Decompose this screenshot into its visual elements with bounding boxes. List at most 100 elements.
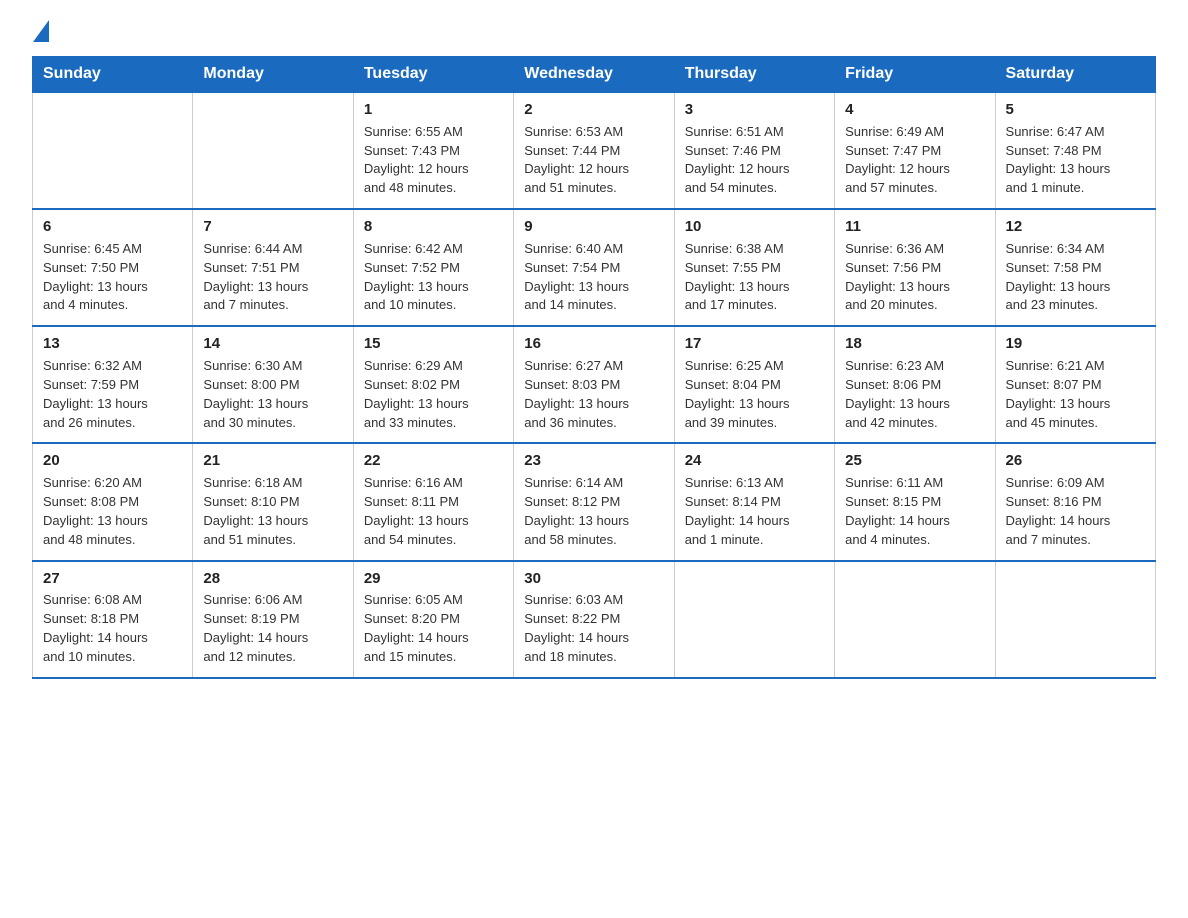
day-info: Sunrise: 6:18 AM (203, 474, 342, 493)
day-info: Daylight: 14 hours (203, 629, 342, 648)
day-info: Daylight: 13 hours (203, 395, 342, 414)
day-info: Daylight: 13 hours (203, 278, 342, 297)
day-number: 13 (43, 333, 182, 355)
day-info: Daylight: 13 hours (43, 278, 182, 297)
day-info: Daylight: 13 hours (1006, 160, 1145, 179)
day-info: and 10 minutes. (364, 296, 503, 315)
calendar-cell: 23Sunrise: 6:14 AMSunset: 8:12 PMDayligh… (514, 443, 674, 560)
day-info: Sunrise: 6:25 AM (685, 357, 824, 376)
day-number: 26 (1006, 450, 1145, 472)
day-info: Sunrise: 6:42 AM (364, 240, 503, 259)
day-info: Sunrise: 6:32 AM (43, 357, 182, 376)
day-info: and 48 minutes. (364, 179, 503, 198)
day-info: and 7 minutes. (1006, 531, 1145, 550)
day-info: Sunset: 8:19 PM (203, 610, 342, 629)
day-info: Daylight: 13 hours (524, 395, 663, 414)
calendar-cell: 18Sunrise: 6:23 AMSunset: 8:06 PMDayligh… (835, 326, 995, 443)
calendar-cell: 24Sunrise: 6:13 AMSunset: 8:14 PMDayligh… (674, 443, 834, 560)
calendar-cell: 25Sunrise: 6:11 AMSunset: 8:15 PMDayligh… (835, 443, 995, 560)
day-info: Sunrise: 6:06 AM (203, 591, 342, 610)
day-info: Daylight: 12 hours (685, 160, 824, 179)
calendar-table: SundayMondayTuesdayWednesdayThursdayFrid… (32, 56, 1156, 679)
day-info: and 12 minutes. (203, 648, 342, 667)
page-header (32, 24, 1156, 46)
day-number: 4 (845, 99, 984, 121)
day-number: 7 (203, 216, 342, 238)
calendar-cell: 9Sunrise: 6:40 AMSunset: 7:54 PMDaylight… (514, 209, 674, 326)
day-info: Sunset: 8:20 PM (364, 610, 503, 629)
day-info: Sunrise: 6:21 AM (1006, 357, 1145, 376)
day-info: Daylight: 13 hours (524, 278, 663, 297)
day-info: Sunrise: 6:45 AM (43, 240, 182, 259)
day-info: Daylight: 13 hours (364, 278, 503, 297)
calendar-cell: 2Sunrise: 6:53 AMSunset: 7:44 PMDaylight… (514, 92, 674, 209)
day-info: and 48 minutes. (43, 531, 182, 550)
calendar-cell (995, 561, 1155, 678)
day-info: Sunrise: 6:11 AM (845, 474, 984, 493)
day-number: 6 (43, 216, 182, 238)
day-number: 19 (1006, 333, 1145, 355)
day-info: Sunset: 8:07 PM (1006, 376, 1145, 395)
day-info: Sunset: 7:54 PM (524, 259, 663, 278)
calendar-cell: 30Sunrise: 6:03 AMSunset: 8:22 PMDayligh… (514, 561, 674, 678)
logo-flag-icon (33, 20, 49, 42)
day-info: Daylight: 13 hours (845, 278, 984, 297)
day-info: Daylight: 14 hours (685, 512, 824, 531)
day-info: and 1 minute. (1006, 179, 1145, 198)
day-info: Sunset: 8:12 PM (524, 493, 663, 512)
week-row-4: 20Sunrise: 6:20 AMSunset: 8:08 PMDayligh… (33, 443, 1156, 560)
day-info: and 51 minutes. (203, 531, 342, 550)
day-info: Sunrise: 6:29 AM (364, 357, 503, 376)
calendar-cell: 6Sunrise: 6:45 AMSunset: 7:50 PMDaylight… (33, 209, 193, 326)
day-info: Daylight: 13 hours (364, 512, 503, 531)
day-info: and 54 minutes. (364, 531, 503, 550)
day-info: Sunset: 7:47 PM (845, 142, 984, 161)
week-row-5: 27Sunrise: 6:08 AMSunset: 8:18 PMDayligh… (33, 561, 1156, 678)
day-number: 3 (685, 99, 824, 121)
day-number: 29 (364, 568, 503, 590)
day-info: Sunrise: 6:51 AM (685, 123, 824, 142)
day-info: Sunrise: 6:16 AM (364, 474, 503, 493)
day-info: Sunset: 7:46 PM (685, 142, 824, 161)
column-header-tuesday: Tuesday (353, 57, 513, 93)
day-number: 23 (524, 450, 663, 472)
day-info: and 17 minutes. (685, 296, 824, 315)
day-info: Sunset: 8:02 PM (364, 376, 503, 395)
day-number: 8 (364, 216, 503, 238)
calendar-cell: 21Sunrise: 6:18 AMSunset: 8:10 PMDayligh… (193, 443, 353, 560)
day-info: Sunset: 8:15 PM (845, 493, 984, 512)
day-info: and 20 minutes. (845, 296, 984, 315)
day-info: Sunset: 7:55 PM (685, 259, 824, 278)
day-info: Sunset: 7:44 PM (524, 142, 663, 161)
calendar-cell (33, 92, 193, 209)
calendar-cell: 12Sunrise: 6:34 AMSunset: 7:58 PMDayligh… (995, 209, 1155, 326)
day-number: 10 (685, 216, 824, 238)
day-info: Sunrise: 6:40 AM (524, 240, 663, 259)
day-info: Sunrise: 6:20 AM (43, 474, 182, 493)
day-info: and 26 minutes. (43, 414, 182, 433)
day-info: Sunrise: 6:49 AM (845, 123, 984, 142)
calendar-cell: 4Sunrise: 6:49 AMSunset: 7:47 PMDaylight… (835, 92, 995, 209)
day-info: Daylight: 14 hours (1006, 512, 1145, 531)
calendar-cell: 17Sunrise: 6:25 AMSunset: 8:04 PMDayligh… (674, 326, 834, 443)
calendar-cell: 15Sunrise: 6:29 AMSunset: 8:02 PMDayligh… (353, 326, 513, 443)
day-info: Sunset: 8:11 PM (364, 493, 503, 512)
day-info: Daylight: 14 hours (364, 629, 503, 648)
week-row-3: 13Sunrise: 6:32 AMSunset: 7:59 PMDayligh… (33, 326, 1156, 443)
day-info: Daylight: 13 hours (1006, 395, 1145, 414)
day-info: and 51 minutes. (524, 179, 663, 198)
calendar-cell: 3 Sunrise: 6:51 AMSunset: 7:46 PMDaylight… (674, 92, 834, 209)
day-info: and 57 minutes. (845, 179, 984, 198)
calendar-cell: 29Sunrise: 6:05 AMSunset: 8:20 PMDayligh… (353, 561, 513, 678)
day-info: Sunrise: 6:38 AM (685, 240, 824, 259)
day-info: Daylight: 12 hours (524, 160, 663, 179)
day-number: 24 (685, 450, 824, 472)
week-row-2: 6Sunrise: 6:45 AMSunset: 7:50 PMDaylight… (33, 209, 1156, 326)
day-number: 2 (524, 99, 663, 121)
calendar-cell: 16Sunrise: 6:27 AMSunset: 8:03 PMDayligh… (514, 326, 674, 443)
day-info: Sunrise: 6:55 AM (364, 123, 503, 142)
day-info: Sunset: 7:51 PM (203, 259, 342, 278)
day-info: and 18 minutes. (524, 648, 663, 667)
calendar-cell: 19 Sunrise: 6:21 AMSunset: 8:07 PMDayligh… (995, 326, 1155, 443)
column-header-monday: Monday (193, 57, 353, 93)
